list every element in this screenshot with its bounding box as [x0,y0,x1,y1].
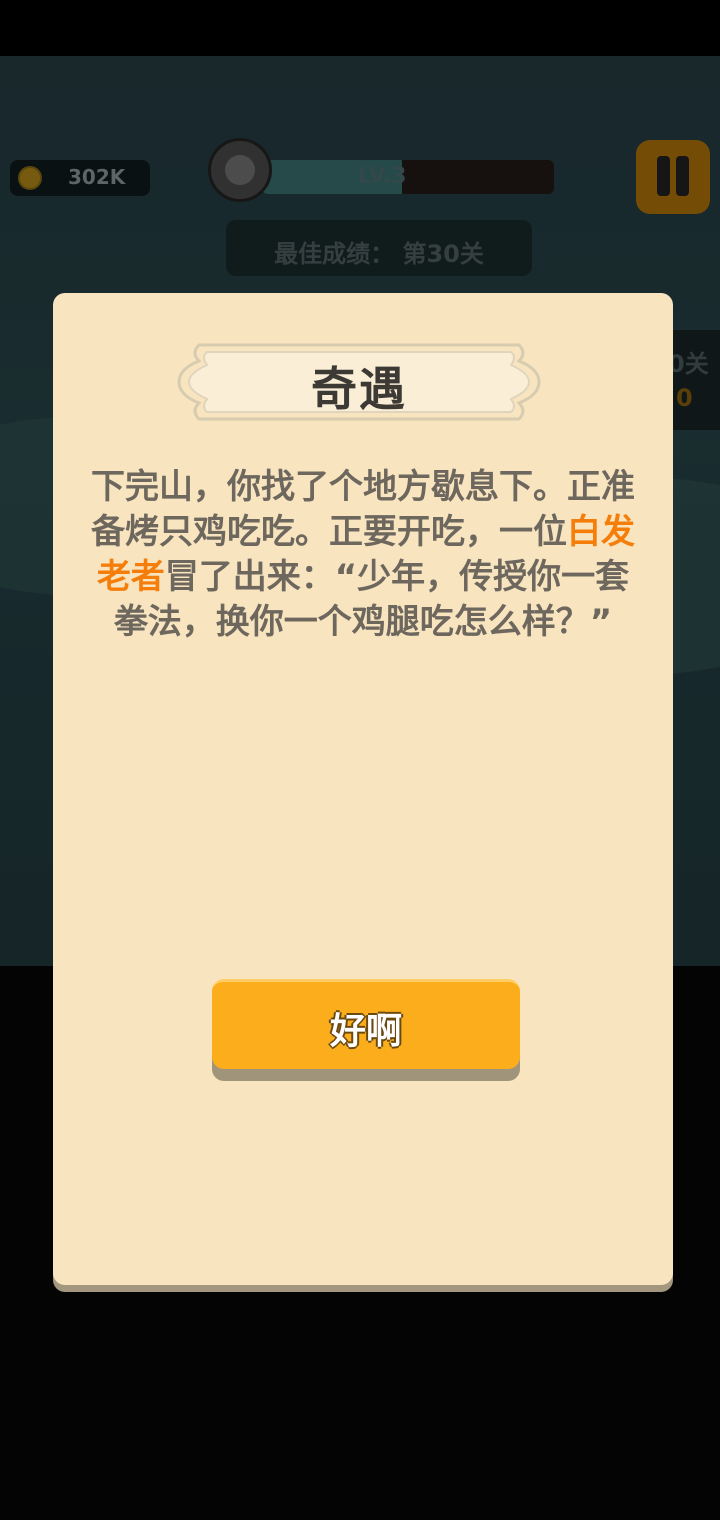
confirm-button[interactable]: 好啊 [212,979,520,1069]
encounter-dialog: 奇遇 下完山，你找了个地方歇息下。正准备烤只鸡吃吃。正要开吃，一位白发老者冒了出… [53,293,673,1285]
confirm-button-label: 好啊 [329,1011,402,1052]
story-text-after: 冒了出来：“少年，传授你一套拳法，换你一个鸡腿吃怎么样？” [113,557,630,642]
dialog-title-plate: 奇遇 [177,343,541,421]
story-text-before: 下完山，你找了个地方歇息下。正准备烤只鸡吃吃。正要开吃，一位 [91,467,635,552]
dialog-title: 奇遇 [311,362,407,416]
game-screen: 302K LV.3 最佳成绩： 第30关 0关 0 奇遇 下完山，你找了个地方歇… [0,0,720,1520]
story-text: 下完山，你找了个地方歇息下。正准备烤只鸡吃吃。正要开吃，一位白发老者冒了出来：“… [83,465,643,645]
